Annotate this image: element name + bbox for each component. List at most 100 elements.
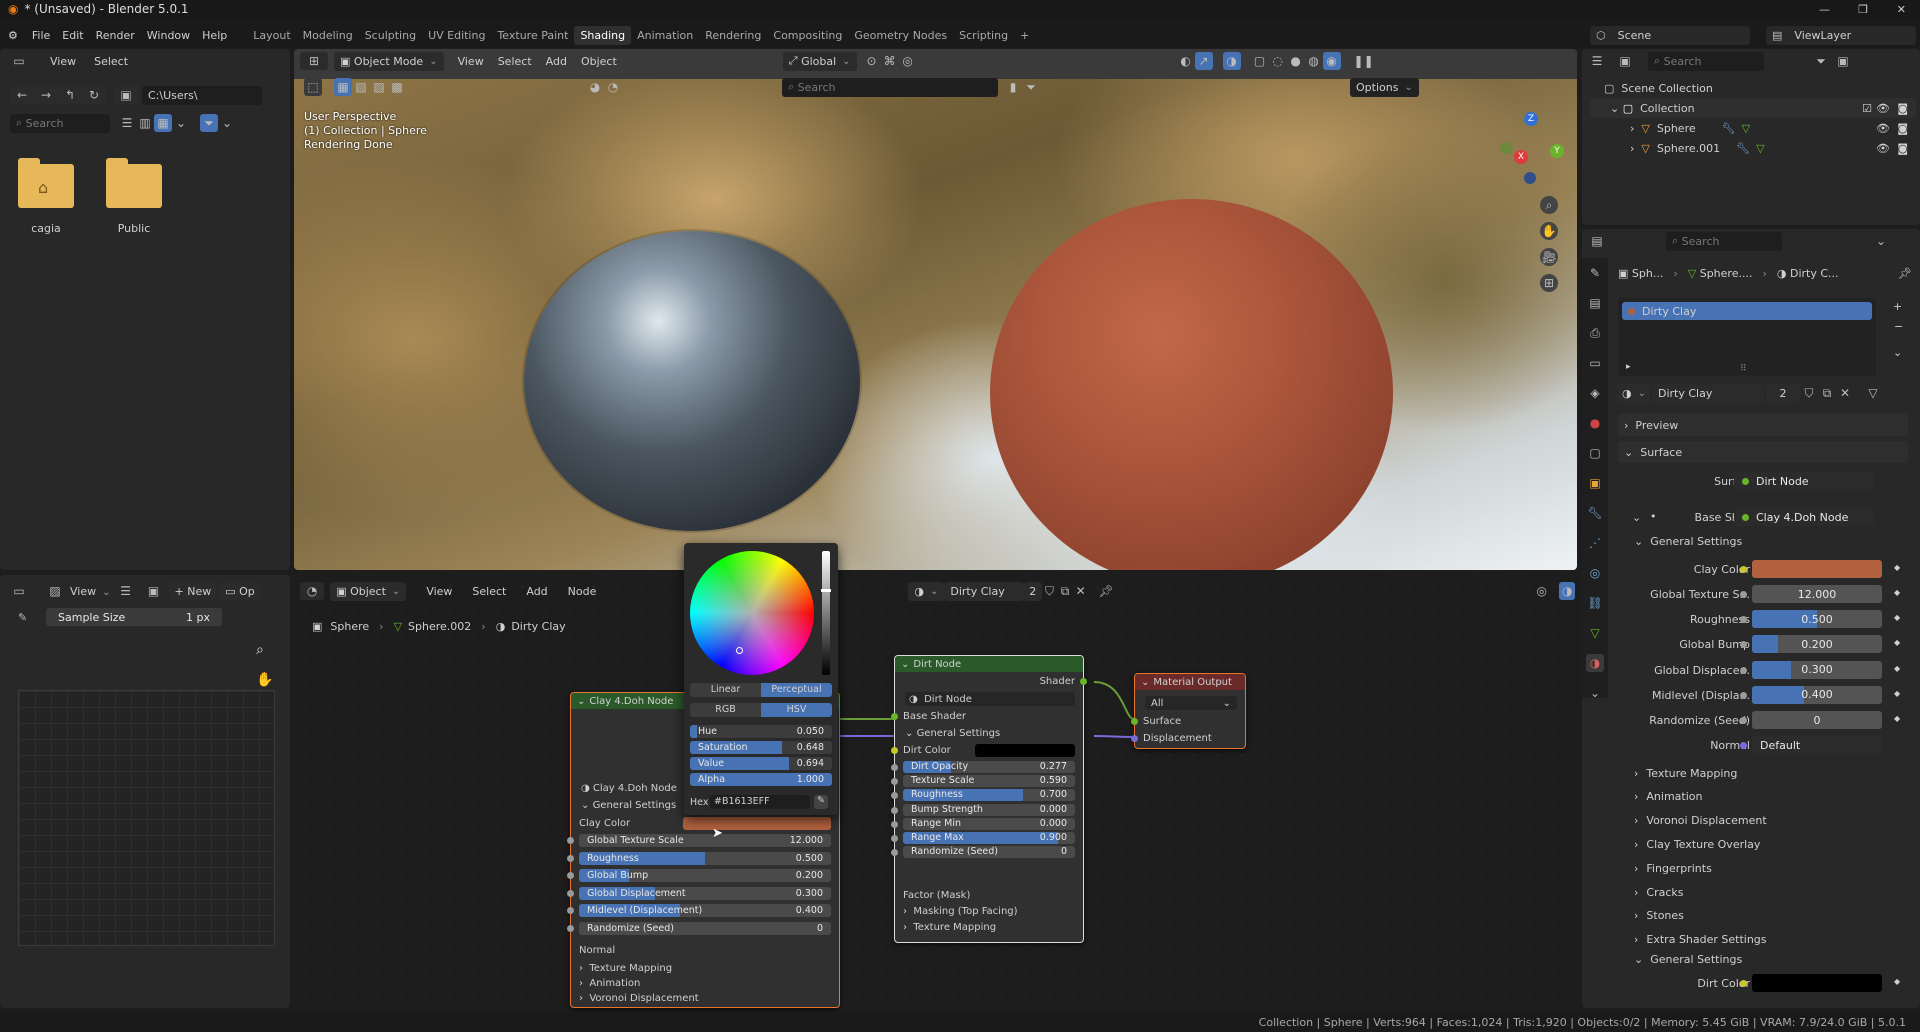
output-node-header[interactable]: ⌄ Material Output [1135,674,1245,690]
select-box-icon[interactable]: ▦ [334,78,352,96]
new-folder-icon[interactable]: ▣ [114,86,138,104]
filter-icon[interactable]: ⏷ [200,114,218,132]
folder-cagia[interactable]: ⌂ cagia [14,158,78,240]
material-shading-icon[interactable]: ◍ [1305,52,1323,70]
material-name-field[interactable]: Dirty Clay [1652,383,1764,403]
color-picker-slider[interactable]: Alpha 1.000 [690,773,832,786]
general-settings-header-2[interactable]: ⌄ General Settings [1630,950,1908,968]
hex-input[interactable]: #B1613EFF [710,795,810,809]
tab-sculpting[interactable]: Sculpting [359,26,422,45]
color-picker-slider[interactable]: Hue 0.050 [690,725,832,738]
tab-linear[interactable]: Linear [690,683,761,697]
output-target-dropdown[interactable]: All ⌄ [1145,696,1237,710]
visibility-icon[interactable]: ◐ [1177,52,1195,70]
parent-dir-icon[interactable]: ↰ [58,86,82,104]
ortho-toggle-icon[interactable]: ⊞ [1540,274,1558,292]
tab-perceptual[interactable]: Perceptual [761,683,832,697]
solid-shading-icon[interactable]: ● [1287,52,1305,70]
navigation-gizmo[interactable]: Z Y X [1488,110,1568,190]
clay-panel-texture-mapping[interactable]: › Texture Mapping [571,961,839,976]
tab-shading[interactable]: Shading [574,25,632,45]
outliner-item-sphere-001[interactable]: › ▽ Sphere.001 🔧︎ ▽ 👁︎ ◙ [1590,138,1916,158]
dirt-color-swatch[interactable] [975,744,1075,757]
dirt-slider[interactable]: Randomize (Seed) 0 [903,846,1075,859]
expand-icon[interactable]: ▸ [1626,362,1631,372]
color-picker-slider[interactable]: Value 0.694 [690,757,832,770]
material-slot-list[interactable]: Dirty Clay ▸ ⠿ [1618,298,1876,376]
dirt-slider[interactable]: Range Max 0.900 [903,832,1075,844]
dirt-shader-output-socket[interactable] [1080,678,1087,685]
add-workspace-button[interactable]: + [1014,26,1035,45]
collection-row[interactable]: ⌄ ▢ Collection ☑ 👁︎ ◙ [1590,98,1916,118]
select-subtract-icon[interactable]: ▨ [370,78,388,96]
mode-dropdown[interactable]: ▣ Object Mode [334,51,444,71]
refresh-icon[interactable]: ↻ [82,86,106,104]
clay-panel-voronoi[interactable]: › Voronoi Displacement [571,991,839,1006]
dirt-slider[interactable]: Range Min 0.000 [903,817,1075,830]
input-socket[interactable] [567,907,574,914]
resize-handle-icon[interactable]: ⠿ [1740,364,1747,374]
keyframe-dot-icon[interactable]: ◆ [1894,714,1900,723]
menu-file[interactable]: File [26,26,56,45]
collapse-icon[interactable]: ⌄ [577,696,585,707]
clay-slider[interactable]: Global Bump 0.200 [579,869,831,882]
open-image-button[interactable]: ▭ Op [219,581,261,601]
dirt-slider[interactable]: Roughness 0.700 [903,789,1075,802]
slot-add-icon[interactable]: + [1893,300,1902,313]
editor-type-icon[interactable]: ▤ [1588,232,1606,250]
eyedropper-icon[interactable]: ✎ [814,795,828,809]
keyframe-dot-icon[interactable]: ◆ [1894,613,1900,622]
keyframe-dot-icon[interactable]: ◆ [1894,588,1900,597]
editor-type-icon[interactable]: ☰ [1588,52,1606,70]
world-tab-icon[interactable]: ● [1586,414,1604,432]
keyframe-dot-icon[interactable]: ◆ [1894,977,1900,986]
gizmo-neg-z[interactable] [1524,172,1536,184]
snap-icon[interactable]: ⌘ [881,52,899,70]
select-intersect-icon[interactable]: ▩ [388,78,406,96]
render-tab-icon[interactable]: ▤ [1586,294,1604,312]
slot-menu-icon[interactable]: ⌄ [1893,346,1902,359]
options-dropdown[interactable]: Options [1350,77,1419,97]
view-layer-tab-icon[interactable]: ▭ [1586,354,1604,372]
tab-scripting[interactable]: Scripting [953,26,1014,45]
data-tab-icon[interactable]: ▽ [1586,624,1604,642]
clay-slider[interactable]: Randomize (Seed) 0 [579,921,831,935]
input-socket[interactable] [891,849,898,857]
subpanel-header[interactable]: › Animation [1630,788,1908,806]
close-window-button[interactable]: ✕ [1897,3,1906,16]
clay-color-swatch[interactable] [683,817,831,830]
tab-hsv[interactable]: HSV [761,703,832,717]
keyframe-dot-icon[interactable]: ◆ [1894,689,1900,698]
tab-animation[interactable]: Animation [631,26,699,45]
ie-view-menu[interactable]: View [70,585,111,598]
slot-remove-icon[interactable]: − [1894,320,1903,333]
output-tab-icon[interactable]: ⎙ [1586,324,1604,342]
color-wheel-cursor[interactable] [736,647,743,654]
bookmark-icon[interactable]: ▮ [1004,78,1022,96]
editor-type-icon[interactable]: ▭ [10,582,28,600]
image-zoom-icon[interactable]: ⌕ [256,642,264,658]
path-field[interactable]: C:\Users\ [142,85,262,105]
clay-color-row[interactable]: Clay Color [571,816,839,831]
grid-view-icon[interactable]: ▦ [154,114,172,132]
duplicate-material-icon[interactable]: ⧉ [1818,384,1836,402]
physics-tab-icon[interactable]: ◎ [1586,564,1604,582]
input-socket[interactable] [567,872,574,879]
output-surface-socket[interactable] [1131,718,1138,725]
image-icon[interactable]: ▨ [46,582,64,600]
hamburger-icon[interactable]: ☰ [117,582,135,600]
eye-icon[interactable]: 👁︎ [1876,122,1890,135]
gizmo-toggle-icon[interactable]: ↗ [1194,52,1213,70]
viewport-search[interactable]: ⌕ Search [782,77,998,97]
image-browse-icon[interactable]: ▣ [145,582,163,600]
input-socket[interactable] [891,820,898,828]
filter-icon[interactable]: ⏷ [1812,52,1830,70]
wireframe-shading-icon[interactable]: ◌ [1269,52,1287,70]
tab-rendering[interactable]: Rendering [699,26,767,45]
value-slider-handle[interactable] [821,589,831,592]
clay-slider[interactable]: Midlevel (Displacement) 0.400 [579,904,831,917]
input-socket[interactable] [567,889,574,897]
unlink-material-icon[interactable]: ✕ [1836,384,1854,402]
clay-slider[interactable]: Global Displacement 0.300 [579,886,831,900]
clay-node-group-row[interactable]: ◑ Clay 4.Doh Node [581,781,681,796]
